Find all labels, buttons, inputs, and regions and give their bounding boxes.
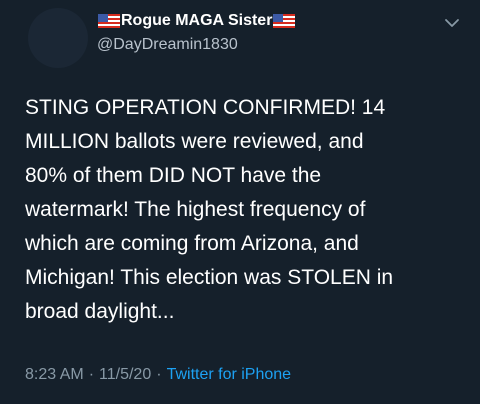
user-handle[interactable]: @DayDreamin1830 xyxy=(97,36,238,54)
display-name[interactable]: Rogue MAGA Sister xyxy=(121,12,272,30)
tweet-meta: 8:23 AM · 11/5/20 · Twitter for iPhone xyxy=(25,366,291,384)
us-flag-icon xyxy=(98,14,120,28)
tweet-date[interactable]: 11/5/20 xyxy=(99,366,151,383)
tweet-time[interactable]: 8:23 AM xyxy=(25,366,84,383)
author-name-row[interactable]: Rogue MAGA Sister xyxy=(97,10,296,32)
tweet-text: STING OPERATION CONFIRMED! 14 MILLION ba… xyxy=(25,96,394,323)
avatar[interactable] xyxy=(28,8,88,68)
meta-separator: · xyxy=(156,366,162,383)
us-flag-icon xyxy=(273,14,296,28)
meta-separator: · xyxy=(88,366,95,383)
tweet-source-link[interactable]: Twitter for iPhone xyxy=(167,366,292,383)
tweet-card: Rogue MAGA Sister @DayDreamin1830 STING … xyxy=(0,0,480,404)
chevron-down-icon[interactable] xyxy=(443,16,461,30)
